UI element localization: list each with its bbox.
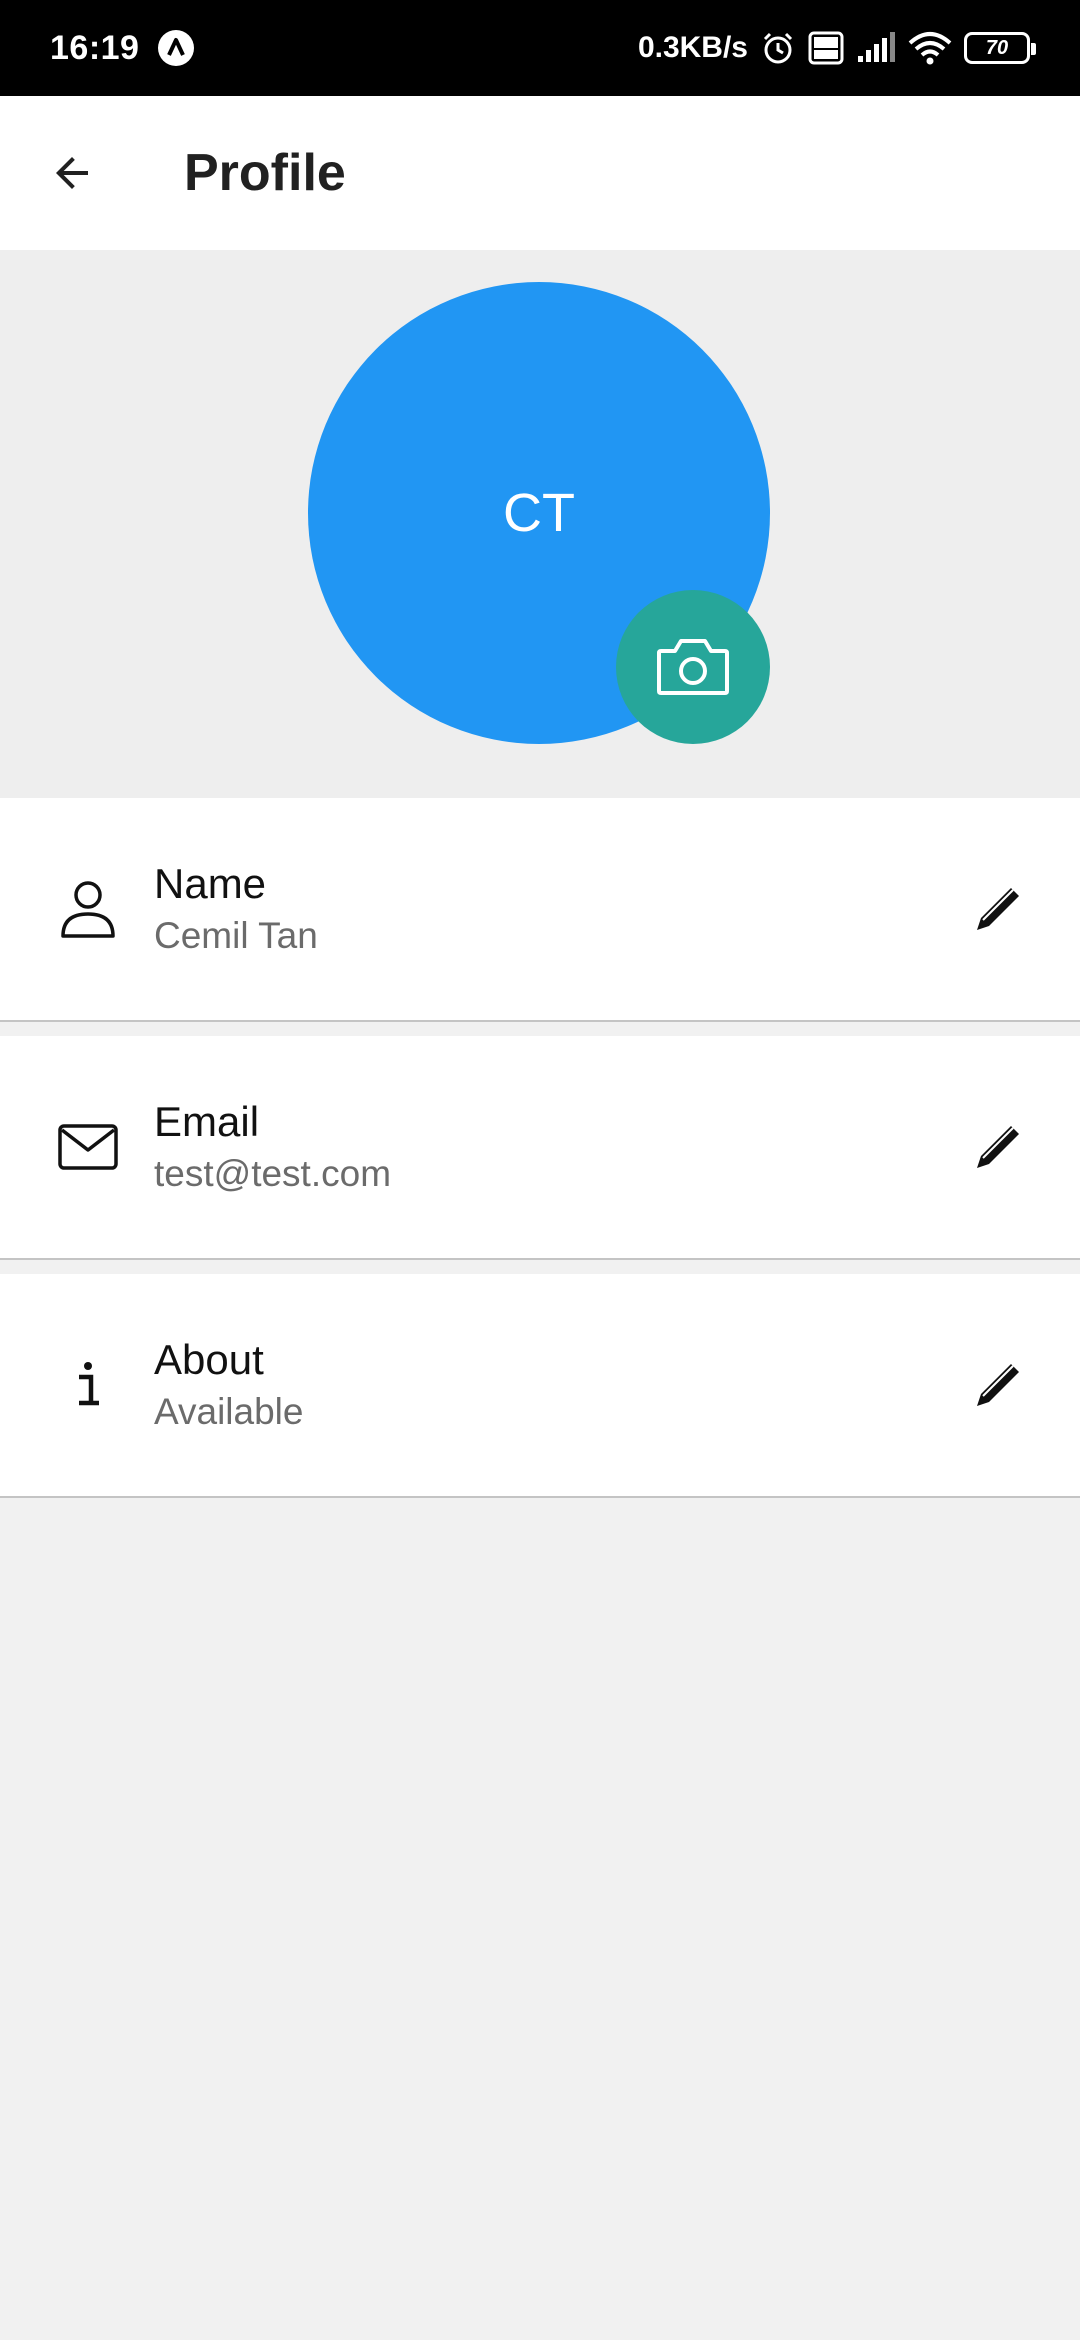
profile-field-about[interactable]: About Available — [0, 1274, 1080, 1498]
profile-header: CT — [0, 250, 1080, 798]
info-icon — [56, 1353, 120, 1417]
field-value: Cemil Tan — [154, 915, 318, 957]
battery-level: 70 — [985, 36, 1009, 59]
field-value: Available — [154, 1391, 304, 1433]
field-label: About — [154, 1335, 264, 1383]
app-bar: Profile — [0, 96, 1080, 250]
arrow-back-icon — [56, 157, 88, 189]
navigation-app-icon — [157, 29, 195, 67]
pencil-icon — [977, 888, 1019, 930]
pencil-icon — [977, 1126, 1019, 1168]
person-icon — [56, 877, 120, 941]
change-photo-button[interactable] — [616, 590, 770, 744]
camera-icon — [657, 639, 729, 695]
avatar-initials: CT — [503, 483, 575, 543]
battery-indicator: 70 — [964, 32, 1036, 64]
profile-field-name[interactable]: Name Cemil Tan — [0, 798, 1080, 1022]
page-title: Profile — [184, 144, 346, 202]
edit-email-button[interactable] — [950, 1099, 1046, 1195]
network-speed: 0.3KB/s — [637, 31, 748, 64]
status-time: 16:19 — [50, 28, 140, 67]
field-label: Name — [154, 859, 267, 907]
volte-icon — [808, 31, 844, 65]
profile-field-email[interactable]: Email test@test.com — [0, 1036, 1080, 1260]
edit-about-button[interactable] — [950, 1337, 1046, 1433]
wifi-icon — [908, 31, 952, 65]
alarm-icon — [760, 30, 796, 66]
signal-icon — [856, 32, 896, 64]
mail-icon — [56, 1115, 120, 1179]
back-button[interactable] — [24, 125, 120, 221]
field-value: test@test.com — [154, 1153, 392, 1195]
edit-name-button[interactable] — [950, 861, 1046, 957]
status-bar: 16:19 0.3KB/s 70 — [0, 0, 1080, 96]
pencil-icon — [977, 1364, 1019, 1406]
field-label: Email — [154, 1097, 260, 1145]
